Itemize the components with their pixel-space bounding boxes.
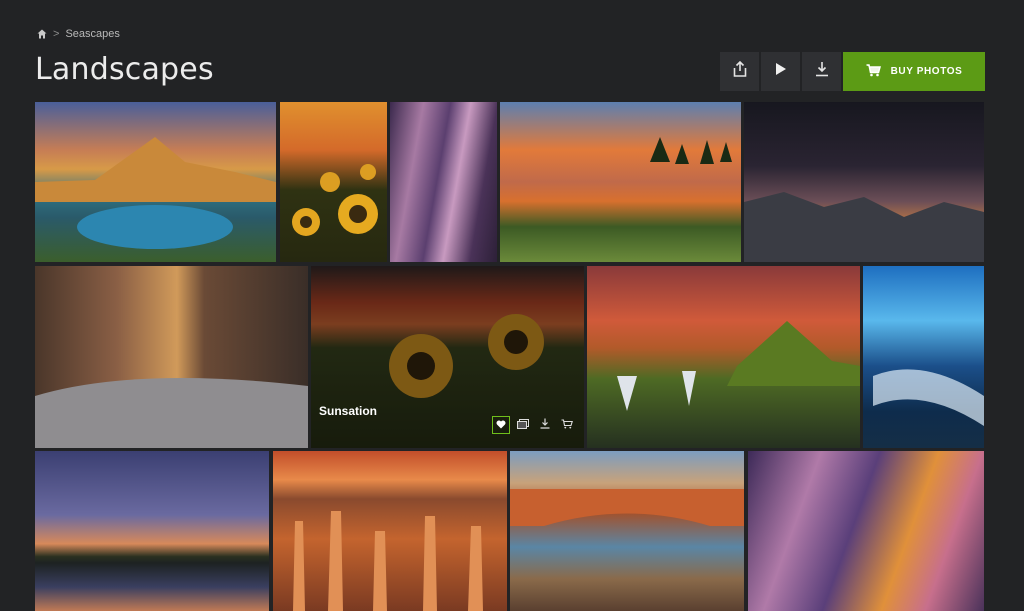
photo-meadow-pond[interactable] [500, 102, 741, 262]
photo-alpine-lake[interactable] [35, 102, 276, 262]
photo-antelope-canyon[interactable] [748, 451, 984, 611]
photo-waterfall[interactable] [587, 266, 860, 448]
photo-cart-button[interactable] [558, 416, 576, 434]
gallery-icon [517, 416, 529, 434]
download-icon [540, 416, 550, 434]
share-button[interactable] [720, 52, 759, 91]
photo-milky-way[interactable] [744, 102, 984, 262]
photo-actions [492, 416, 576, 434]
favorite-button[interactable] [492, 416, 510, 434]
download-button[interactable] [802, 52, 841, 91]
heart-icon [496, 416, 506, 434]
play-icon [775, 62, 787, 81]
photo-sunsation[interactable]: Sunsation [311, 266, 584, 448]
photo-mesa-arch[interactable] [510, 451, 744, 611]
photo-slot-canyon[interactable] [390, 102, 497, 262]
download-icon [815, 61, 829, 82]
breadcrumb-separator: > [53, 28, 60, 40]
photo-hoodoos[interactable] [273, 451, 507, 611]
photo-lake-twilight[interactable] [35, 451, 269, 611]
share-icon [733, 60, 747, 82]
breadcrumb-current[interactable]: Seascapes [65, 28, 119, 40]
cart-icon [561, 416, 573, 434]
toolbar: BUY PHOTOS [720, 52, 985, 91]
add-to-gallery-button[interactable] [514, 416, 532, 434]
photo-ice-cave[interactable] [863, 266, 984, 448]
home-icon[interactable] [37, 29, 47, 39]
buy-photos-label: BUY PHOTOS [890, 66, 963, 77]
photo-narrows[interactable] [35, 266, 308, 448]
cart-icon [866, 63, 881, 80]
page-title: Landscapes [35, 52, 214, 87]
photo-sunflowers[interactable] [280, 102, 387, 262]
photo-caption: Sunsation [319, 404, 378, 418]
breadcrumb: > Seascapes [37, 28, 120, 40]
buy-photos-button[interactable]: BUY PHOTOS [843, 52, 985, 91]
photo-download-button[interactable] [536, 416, 554, 434]
slideshow-button[interactable] [761, 52, 800, 91]
